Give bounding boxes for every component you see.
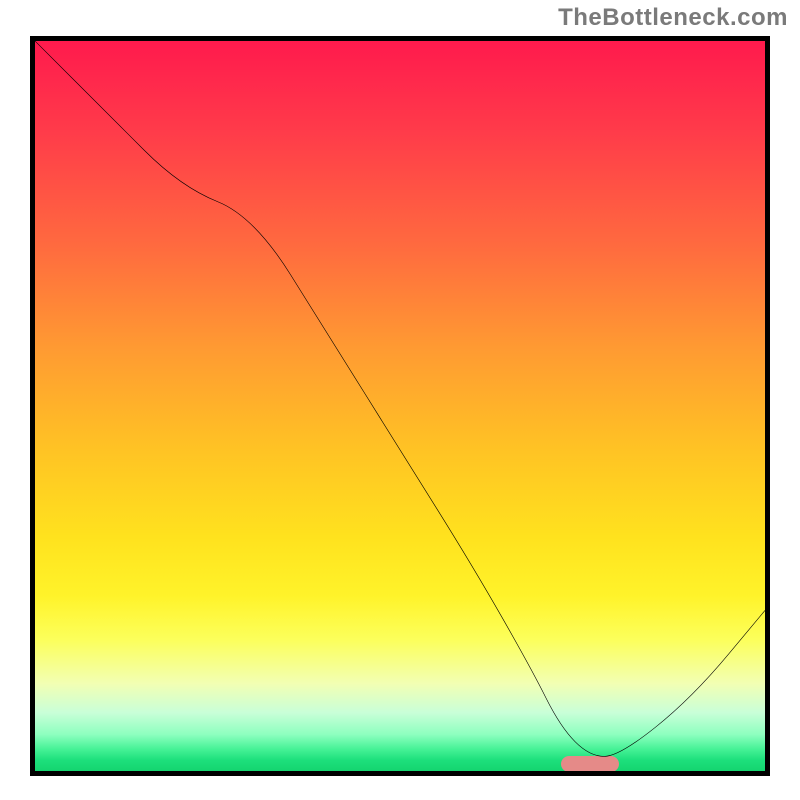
bottleneck-curve — [35, 41, 765, 756]
attribution-label: TheBottleneck.com — [558, 4, 788, 32]
plot-area — [30, 36, 770, 776]
chart-container: TheBottleneck.com — [0, 0, 800, 800]
bottleneck-curve-svg — [35, 41, 765, 771]
